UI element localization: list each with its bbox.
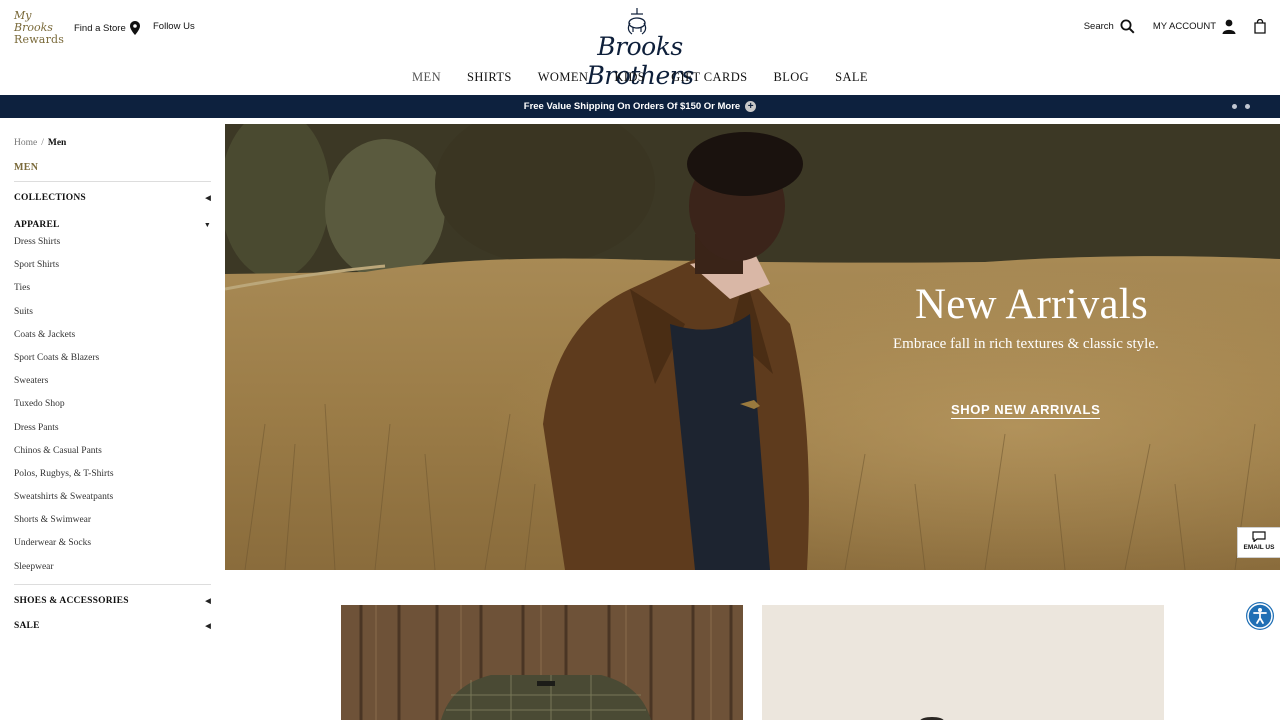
breadcrumb-home[interactable]: Home [14, 138, 37, 148]
sidebar-item-chinos-casual-pants[interactable]: Chinos & Casual Pants [14, 440, 211, 463]
sidebar-item-sport-coats-blazers[interactable]: Sport Coats & Blazers [14, 347, 211, 370]
nav-sale[interactable]: SALE [822, 70, 881, 85]
rewards-logo-line1: My Brooks [14, 9, 53, 34]
hero-banner[interactable]: New Arrivals Embrace fall in rich textur… [225, 124, 1280, 570]
shopping-bag-icon [1254, 19, 1266, 34]
sidebar-item-tuxedo-shop[interactable]: Tuxedo Shop [14, 393, 211, 416]
tile-photo-plaid-shirt [341, 605, 743, 720]
sidebar-item-sleepwear[interactable]: Sleepwear [14, 556, 211, 579]
email-us-label: EMAIL US [1243, 544, 1275, 551]
map-pin-icon [129, 21, 140, 35]
nav-gift-cards[interactable]: GIFT CARDS [658, 70, 760, 85]
sidebar-item-shorts-swimwear[interactable]: Shorts & Swimwear [14, 509, 211, 532]
accessibility-icon [1247, 603, 1273, 629]
sidebar-item-dress-shirts[interactable]: Dress Shirts [14, 231, 211, 254]
section-label: SHOES & ACCESSORIES [14, 595, 129, 606]
nav-men[interactable]: MEN [399, 70, 454, 85]
sidebar-section-apparel[interactable]: APPAREL ▼ [14, 220, 211, 230]
header-tools: Search MY ACCOUNT [1084, 19, 1266, 34]
breadcrumb-separator: / [41, 138, 44, 148]
sidebar-item-underwear-socks[interactable]: Underwear & Socks [14, 532, 211, 555]
breadcrumb-current: Men [47, 138, 67, 148]
section-label: COLLECTIONS [14, 193, 86, 203]
follow-us-label: Follow Us [153, 21, 195, 32]
category-sidebar: Home / Men MEN COLLECTIONS ◀ APPAREL ▼ D… [14, 138, 211, 631]
find-store-link[interactable]: Find a Store [74, 21, 140, 35]
caret-down-icon: ▼ [203, 221, 211, 229]
nav-women[interactable]: WOMEN [525, 70, 602, 85]
sidebar-item-sweaters[interactable]: Sweaters [14, 370, 211, 393]
shop-new-arrivals-link[interactable]: SHOP NEW ARRIVALS [951, 402, 1101, 419]
sidebar-item-coats-jackets[interactable]: Coats & Jackets [14, 324, 211, 347]
follow-us-link[interactable]: Follow Us [153, 21, 195, 32]
sidebar-item-sweatshirts-sweatpants[interactable]: Sweatshirts & Sweatpants [14, 486, 211, 509]
caret-left-icon: ◀ [205, 596, 211, 605]
hero-subtitle: Embrace fall in rich textures & classic … [893, 336, 1159, 352]
caret-left-icon: ◀ [205, 194, 211, 202]
site-header: My Brooks Rewards Find a Store Follow Us… [0, 0, 1280, 95]
nav-blog[interactable]: BLOG [760, 70, 822, 85]
promo-tile-right[interactable] [762, 605, 1164, 720]
sidebar-section-sale[interactable]: SALE ◀ [14, 621, 211, 631]
search-icon [1120, 19, 1135, 34]
sidebar-section-shoes-accessories[interactable]: SHOES & ACCESSORIES ◀ [14, 596, 211, 606]
apparel-list: Dress Shirts Sport Shirts Ties Suits Coa… [14, 231, 211, 579]
sidebar-item-dress-pants[interactable]: Dress Pants [14, 417, 211, 440]
sidebar-title: MEN [14, 162, 39, 173]
shopping-bag-button[interactable] [1254, 19, 1266, 34]
rewards-logo-line2: Rewards [14, 33, 65, 46]
main-navigation: MEN SHIRTS WOMEN KIDS GIFT CARDS BLOG SA… [0, 70, 1280, 85]
sidebar-item-sport-shirts[interactable]: Sport Shirts [14, 254, 211, 277]
divider [14, 181, 211, 182]
my-brooks-rewards-logo[interactable]: My Brooks Rewards [14, 9, 65, 46]
find-store-label: Find a Store [74, 22, 126, 34]
accessibility-button[interactable] [1246, 602, 1274, 630]
search-button[interactable]: Search [1084, 19, 1135, 34]
chat-bubble-icon [1252, 531, 1266, 543]
promo-tile-left[interactable] [341, 605, 743, 720]
section-label: SALE [14, 620, 40, 631]
breadcrumb: Home / Men [14, 138, 211, 148]
my-account-button[interactable]: MY ACCOUNT [1153, 19, 1236, 34]
account-label: MY ACCOUNT [1152, 21, 1216, 32]
sidebar-item-ties[interactable]: Ties [14, 277, 211, 300]
user-icon [1222, 19, 1236, 34]
caret-left-icon: ◀ [205, 621, 211, 630]
sidebar-item-suits[interactable]: Suits [14, 301, 211, 324]
tile-photo-light-background [762, 605, 1164, 720]
sidebar-section-collections[interactable]: COLLECTIONS ◀ [14, 193, 211, 203]
hero-title: New Arrivals [915, 281, 1148, 328]
section-label: APPAREL [14, 220, 60, 230]
search-label: Search [1083, 21, 1114, 32]
promo-carousel-dots [1232, 104, 1250, 109]
promo-details-plus-icon[interactable]: + [745, 101, 757, 112]
carousel-dot[interactable] [1245, 104, 1250, 109]
nav-shirts[interactable]: SHIRTS [454, 70, 525, 85]
promo-text: Free Value Shipping On Orders Of $150 Or… [523, 101, 741, 112]
promo-banner: Free Value Shipping On Orders Of $150 Or… [0, 95, 1280, 118]
sidebar-item-polos-rugbys-tshirts[interactable]: Polos, Rugbys, & T-Shirts [14, 463, 211, 486]
brooks-brothers-logo[interactable]: Brooks Brothers [552, 8, 728, 90]
carousel-dot[interactable] [1232, 104, 1237, 109]
nav-kids[interactable]: KIDS [601, 70, 658, 85]
email-us-widget[interactable]: EMAIL US [1237, 527, 1280, 558]
divider [14, 583, 211, 585]
